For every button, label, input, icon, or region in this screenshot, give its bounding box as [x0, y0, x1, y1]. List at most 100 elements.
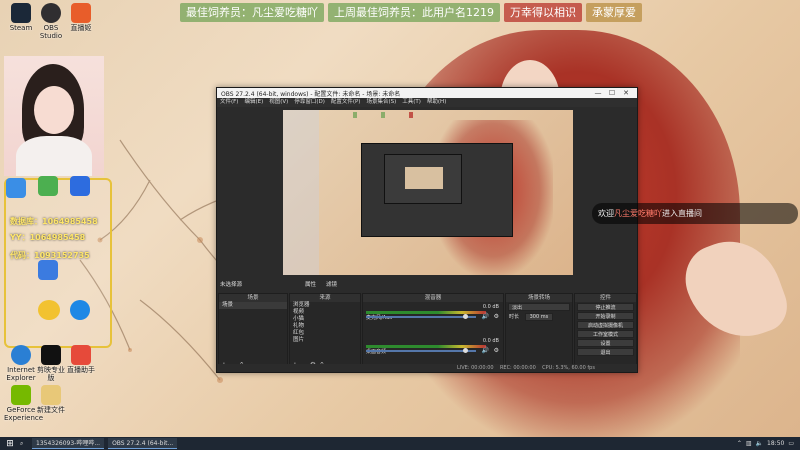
welcome-suffix: 进入直播间 [662, 209, 702, 218]
ie-icon [11, 345, 31, 365]
live-app-icon [71, 3, 91, 23]
exit-button[interactable]: 退出 [577, 348, 634, 356]
volume-slider[interactable] [366, 316, 476, 318]
maximize-button[interactable]: ☐ [605, 89, 619, 97]
cartoon-icon[interactable] [38, 300, 60, 320]
menu-profile[interactable]: 配置文件(P) [331, 98, 361, 107]
obs-title: OBS 27.2.4 (64-bit, windows) - 配置文件: 未命名… [221, 90, 401, 98]
desktop-icon-steam[interactable]: Steam [4, 3, 38, 32]
source-item-video[interactable]: 视频 [290, 309, 360, 316]
gear-icon[interactable]: ⚙ [494, 313, 499, 320]
source-item-gift[interactable]: 礼物 [290, 323, 360, 330]
desktop-icon-obs[interactable]: OBS Studio [34, 3, 68, 40]
source-item-redpacket[interactable]: 红包 [290, 330, 360, 337]
k-app-icon[interactable] [70, 300, 90, 320]
desktop-icon-geforce[interactable]: GeForce Experience [4, 385, 43, 422]
mixer-channel-db: 0.0 dB [482, 338, 499, 344]
taskbar-item-browser[interactable]: 1354326093-哔哩哔... [32, 438, 105, 449]
mixer-channel-db: 0.0 dB [482, 304, 499, 310]
volume-slider[interactable] [366, 350, 476, 352]
settings-button[interactable]: 设置 [577, 339, 634, 347]
cpu-status: CPU: 5.3%, 60.00 fps [542, 365, 595, 371]
start-recording-button[interactable]: 开始录制 [577, 312, 634, 320]
banner-lucky: 万幸得以相识 [504, 3, 582, 22]
obs-statusbar: LIVE: 00:00:00 REC: 00:00:00 CPU: 5.3%, … [217, 364, 637, 372]
properties-button[interactable]: 属性 [305, 281, 316, 290]
gear-icon[interactable]: ⚙ [494, 347, 499, 354]
scenes-dock-title: 场景 [219, 294, 287, 302]
menu-docks[interactable]: 停靠窗口(D) [294, 98, 325, 107]
banner-thanks: 承蒙厚爱 [586, 3, 642, 22]
mixer-dock-title: 混音器 [363, 294, 503, 302]
taskbar-item-obs[interactable]: OBS 27.2.4 (64-bit... [108, 438, 178, 449]
transition-select[interactable]: 淡出 [508, 303, 570, 311]
word-icon[interactable] [38, 260, 58, 280]
menu-scene-collection[interactable]: 场景集合(S) [366, 98, 396, 107]
audio-meter [366, 345, 486, 348]
top-banner: 最佳饲养员：凡尘爱吃糖吖 上周最佳饲养员：此用户名1219 万幸得以相识 承蒙厚… [180, 3, 642, 22]
volume-icon[interactable]: 🔈 [756, 440, 763, 447]
obs-icon [41, 3, 61, 23]
file-icon [41, 385, 61, 405]
desktop-icon-live[interactable]: 直播姬 [64, 3, 98, 32]
shield-icon[interactable] [70, 176, 90, 196]
obs-menubar: 文件(F) 编辑(E) 视图(V) 停靠窗口(D) 配置文件(P) 场景集合(S… [217, 98, 637, 107]
app-icon[interactable] [38, 176, 58, 196]
duration-input[interactable]: 300 ms [524, 313, 554, 321]
webcam-feed [4, 56, 104, 176]
search-icon[interactable]: ⌕ [20, 440, 32, 448]
transitions-dock-title: 场景转场 [506, 294, 572, 302]
source-item-browser[interactable]: 浏览器 [290, 302, 360, 309]
start-button[interactable]: ⊞ [0, 439, 20, 449]
network-icon[interactable]: ▥ [746, 440, 752, 447]
welcome-user: 凡尘爱吃糖吖 [614, 209, 662, 218]
menu-file[interactable]: 文件(F) [220, 98, 238, 107]
chat-overlay: 数据库：1064985458 YY：1064985458 代码：10931527… [4, 178, 112, 348]
speaker-icon[interactable]: 🔊 [482, 347, 489, 354]
scenes-dock: 场景 场景 +−⌃⌄ [218, 293, 288, 371]
steam-icon [11, 3, 31, 23]
desktop-icon-live-helper[interactable]: 直播助手 [64, 345, 98, 374]
clock[interactable]: 18:50 [767, 440, 784, 447]
menu-view[interactable]: 视图(V) [269, 98, 288, 107]
desktop-icon-file[interactable]: 新建文件 [34, 385, 68, 414]
no-source-label: 未选择源 [220, 282, 243, 288]
audio-meter [366, 311, 486, 314]
source-item-cat[interactable]: 小猫 [290, 316, 360, 323]
desktop-icon-capcut[interactable]: 剪映专业版 [34, 345, 68, 382]
nvidia-icon [11, 385, 31, 405]
studio-mode-button[interactable]: 工作室模式 [577, 330, 634, 338]
desktop-icon-ie[interactable]: Internet Explorer [4, 345, 38, 382]
system-tray: ⌃ ▥ 🔈 18:50 ▭ [737, 440, 800, 447]
close-button[interactable]: ✕ [619, 89, 633, 97]
stop-streaming-button[interactable]: 停止推流 [577, 303, 634, 311]
mixer-channel-desktop: 桌面音频 0.0 dB 🔊 ⚙ [363, 336, 503, 356]
obs-preview[interactable] [283, 110, 573, 275]
filters-button[interactable]: 滤镜 [326, 281, 337, 290]
volume-knob[interactable] [463, 348, 468, 353]
chat-line: 数据库：1064985458 [10, 217, 98, 226]
obs-titlebar[interactable]: OBS 27.2.4 (64-bit, windows) - 配置文件: 未命名… [217, 88, 637, 98]
app-icon[interactable] [6, 178, 26, 198]
source-item-image[interactable]: 图片 [290, 337, 360, 344]
notification-icon[interactable]: ▭ [788, 440, 794, 447]
scene-item[interactable]: 场景 [219, 302, 287, 309]
controls-dock: 控件 停止推流 开始录制 启动虚拟摄像机 工作室模式 设置 退出 [574, 293, 637, 371]
minimize-button[interactable]: — [591, 89, 605, 97]
duration-label: 时长 [509, 314, 520, 320]
menu-edit[interactable]: 编辑(E) [244, 98, 263, 107]
mixer-dock: 混音器 麦克风/Aux 0.0 dB 🔊 ⚙ 桌面音频 0.0 dB 🔊 ⚙ [362, 293, 504, 371]
speaker-icon[interactable]: 🔊 [482, 313, 489, 320]
nested-preview [361, 143, 513, 237]
virtual-camera-button[interactable]: 启动虚拟摄像机 [577, 321, 634, 329]
menu-tools[interactable]: 工具(T) [402, 98, 421, 107]
sources-dock-title: 来源 [290, 294, 360, 302]
menu-help[interactable]: 帮助(H) [427, 98, 446, 107]
capcut-icon [41, 345, 61, 365]
controls-dock-title: 控件 [575, 294, 636, 302]
tray-chevron-icon[interactable]: ⌃ [737, 440, 742, 447]
obs-window[interactable]: OBS 27.2.4 (64-bit, windows) - 配置文件: 未命名… [216, 87, 638, 373]
live-status: LIVE: 00:00:00 [457, 365, 494, 371]
chat-line: YY：1064985458 [10, 233, 86, 242]
volume-knob[interactable] [463, 314, 468, 319]
